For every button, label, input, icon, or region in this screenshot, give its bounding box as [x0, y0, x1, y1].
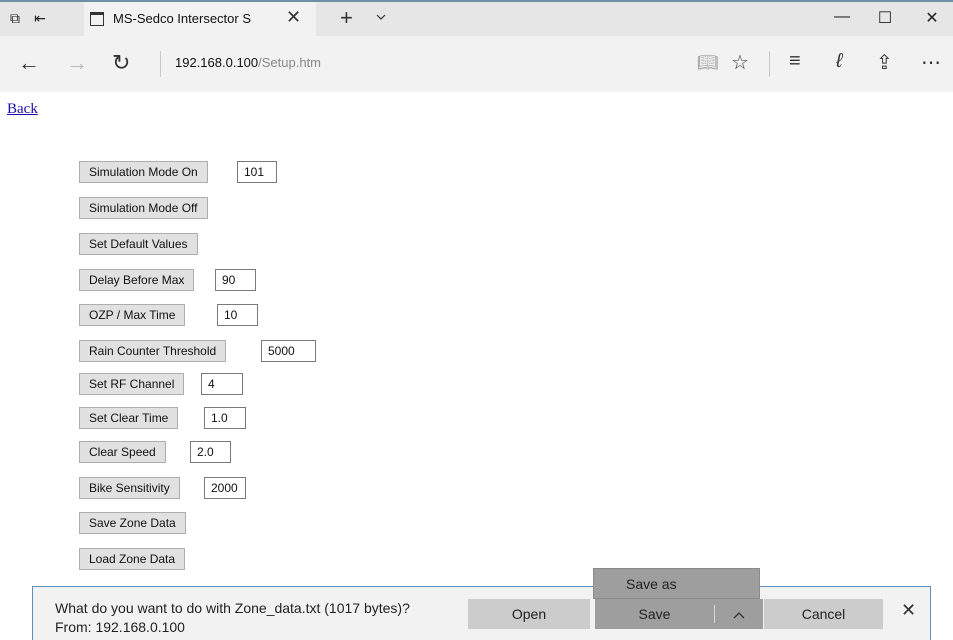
reading-view-icon[interactable]: 📖︎ — [697, 53, 719, 73]
save-button[interactable]: Save — [595, 599, 714, 629]
download-bar: What do you want to do with Zone_data.tx… — [32, 586, 931, 640]
set-rf-channel-button[interactable]: Set RF Channel — [79, 373, 185, 395]
back-arrow-icon[interactable]: ← — [18, 50, 40, 76]
close-icon[interactable]: ✕ — [901, 600, 916, 621]
delay-before-max-field[interactable]: 90 — [215, 269, 256, 291]
web-note-icon[interactable]: ℓ — [836, 50, 842, 73]
rain-counter-threshold-button[interactable]: Rain Counter Threshold — [79, 340, 227, 362]
ozp-max-time-button[interactable]: OZP / Max Time — [79, 304, 186, 326]
set-aside-tabs-icon[interactable]: ⇤ — [31, 9, 49, 27]
browser-tab[interactable]: MS-Sedco Intersector S ✕ — [84, 2, 316, 36]
new-tab-icon[interactable]: + — [340, 5, 353, 31]
rf-channel-field[interactable]: 4 — [201, 373, 243, 395]
load-zone-data-button[interactable]: Load Zone Data — [79, 548, 186, 570]
hub-icon[interactable]: ≡ — [789, 50, 801, 73]
bike-sensitivity-button[interactable]: Bike Sensitivity — [79, 477, 180, 499]
tab-preview-icon[interactable]: ⧉ — [6, 9, 24, 27]
bike-sensitivity-field[interactable]: 2000 — [204, 477, 246, 499]
close-window-icon[interactable]: ✕ — [917, 8, 947, 28]
open-button[interactable]: Open — [468, 599, 590, 629]
minimize-icon[interactable]: — — [827, 8, 857, 26]
refresh-icon[interactable]: ↻ — [112, 50, 130, 76]
clear-time-field[interactable]: 1.0 — [204, 407, 246, 429]
ozp-max-time-field[interactable]: 10 — [217, 304, 258, 326]
rain-counter-threshold-field[interactable]: 5000 — [261, 340, 316, 362]
maximize-icon[interactable]: ☐ — [870, 8, 900, 28]
tab-title: MS-Sedco Intersector S — [113, 11, 251, 26]
url-field[interactable]: 192.168.0.100/Setup.htm — [175, 55, 321, 70]
address-bar: ← → ↻ 192.168.0.100/Setup.htm 📖︎ ☆ ≡ ℓ ⇪… — [0, 36, 953, 92]
more-icon[interactable]: ⋯ — [921, 50, 941, 75]
favorite-star-icon[interactable]: ☆ — [731, 50, 749, 75]
chevron-down-icon[interactable] — [376, 12, 386, 22]
save-zone-data-button[interactable]: Save Zone Data — [79, 512, 186, 534]
clear-speed-button[interactable]: Clear Speed — [79, 441, 166, 463]
set-default-values-button[interactable]: Set Default Values — [79, 233, 198, 255]
forward-arrow-icon[interactable]: → — [66, 50, 88, 76]
close-tab-icon[interactable]: ✕ — [286, 7, 301, 28]
cancel-button[interactable]: Cancel — [764, 599, 883, 629]
page-icon — [90, 12, 104, 26]
chevron-up-icon — [733, 612, 744, 619]
clear-speed-field[interactable]: 2.0 — [190, 441, 231, 463]
simulation-mode-value-field[interactable]: 101 — [237, 161, 277, 183]
set-clear-time-button[interactable]: Set Clear Time — [79, 407, 179, 429]
title-bar: ⧉ ⇤ MS-Sedco Intersector S ✕ + — ☐ ✕ — [0, 0, 953, 36]
simulation-mode-on-button[interactable]: Simulation Mode On — [79, 161, 208, 183]
delay-before-max-button[interactable]: Delay Before Max — [79, 269, 195, 291]
back-link[interactable]: Back — [7, 101, 38, 118]
save-options-button[interactable] — [714, 599, 763, 629]
save-as-menu-item[interactable]: Save as — [593, 568, 760, 599]
download-message: What do you want to do with Zone_data.tx… — [55, 600, 410, 616]
share-icon[interactable]: ⇪ — [876, 50, 893, 75]
simulation-mode-off-button[interactable]: Simulation Mode Off — [79, 197, 208, 219]
download-source: From: 192.168.0.100 — [55, 619, 185, 635]
